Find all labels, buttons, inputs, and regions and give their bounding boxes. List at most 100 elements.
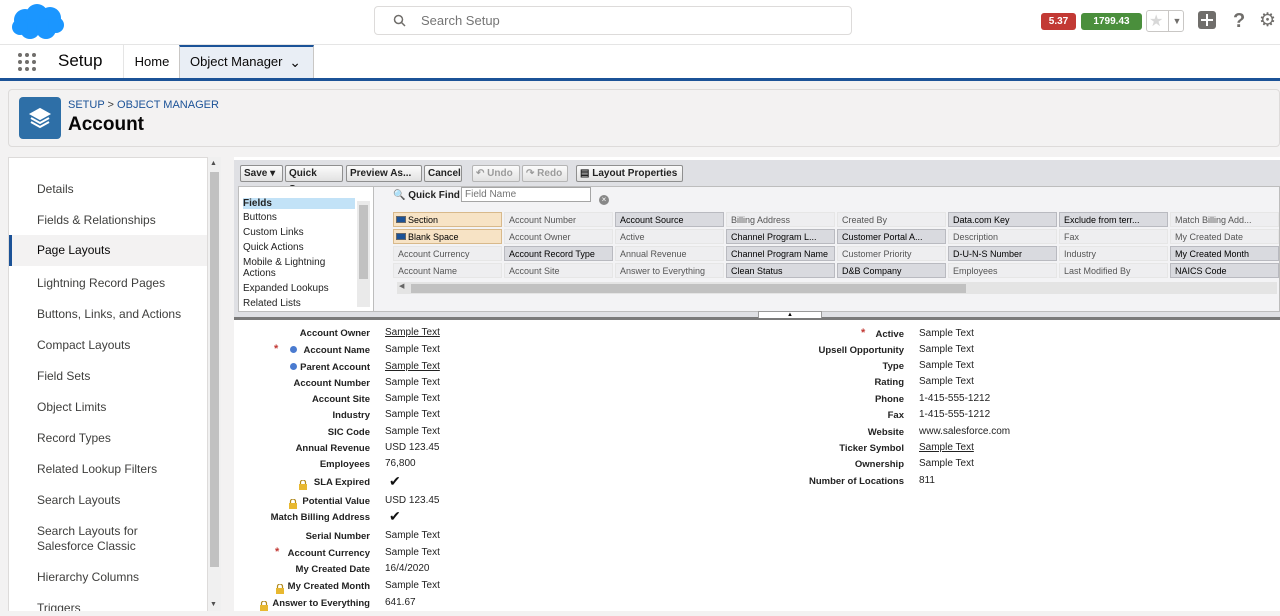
sidebar-item-buttons-links-actions[interactable]: Buttons, Links, and Actions — [9, 307, 207, 322]
preview-as-button[interactable]: Preview As... ▾ — [346, 165, 422, 195]
save-button[interactable]: Save ▾ — [240, 165, 283, 182]
palette-field[interactable]: Match Billing Add... — [1170, 212, 1279, 227]
field-value: Sample Text — [385, 580, 440, 591]
palette-special-item[interactable]: Section — [393, 212, 502, 227]
sidebar-item-related-lookup-filters[interactable]: Related Lookup Filters — [9, 462, 207, 477]
sidebar-item-compact-layouts[interactable]: Compact Layouts — [9, 338, 207, 353]
scroll-left-icon[interactable]: ◀ — [399, 282, 404, 290]
palette-field[interactable]: Account Name — [393, 263, 502, 278]
scrollbar-thumb[interactable] — [411, 284, 966, 293]
undo-button[interactable]: ↶ Undo — [472, 165, 520, 182]
palette-field[interactable]: Account Owner — [504, 229, 613, 244]
palette-field[interactable]: Industry — [1059, 246, 1168, 261]
salesforce-cloud-logo[interactable] — [10, 3, 64, 41]
breadcrumb-setup[interactable]: SETUP — [68, 99, 104, 111]
palette-field[interactable]: Fax — [1059, 229, 1168, 244]
sidebar-item-page-layouts[interactable]: Page Layouts — [9, 235, 207, 266]
quick-find-input[interactable] — [461, 187, 591, 202]
palette-field[interactable]: Clean Status — [726, 263, 835, 278]
sidebar-item-object-limits[interactable]: Object Limits — [9, 400, 207, 415]
palette-field[interactable]: Account Currency — [393, 246, 502, 261]
sidebar-item-triggers[interactable]: Triggers — [9, 601, 207, 611]
sidebar-item-details[interactable]: Details — [9, 182, 207, 197]
redo-button[interactable]: ↷ Redo — [522, 165, 568, 182]
field-value: Sample Text — [919, 376, 974, 387]
sidebar-item-lightning-record-pages[interactable]: Lightning Record Pages — [9, 276, 207, 291]
palette-field[interactable]: D-U-N-S Number — [948, 246, 1057, 261]
checkbox-checked-icon: ✔ — [389, 508, 401, 524]
palette-special-item[interactable]: Blank Space — [393, 229, 502, 244]
app-nav-bar: Setup Home Object Manager ⌄ — [0, 44, 1280, 81]
category-quick-actions[interactable]: Quick Actions — [243, 242, 355, 253]
palette-field[interactable]: Active — [615, 229, 724, 244]
scrollbar-thumb[interactable] — [359, 205, 368, 279]
category-expanded-lookups[interactable]: Expanded Lookups — [243, 283, 355, 294]
category-custom-links[interactable]: Custom Links — [243, 227, 355, 238]
favorites-control[interactable]: ★ ▼ — [1146, 10, 1184, 32]
palette-field[interactable]: Data.com Key — [948, 212, 1057, 227]
palette-field[interactable]: Customer Portal A... — [837, 229, 946, 244]
chevron-down-icon[interactable]: ▼ — [1168, 10, 1185, 32]
breadcrumb-object-manager[interactable]: OBJECT MANAGER — [117, 99, 219, 111]
palette-field[interactable]: Customer Priority — [837, 246, 946, 261]
palette-field[interactable]: Annual Revenue — [615, 246, 724, 261]
palette-horizontal-scrollbar[interactable]: ◀ — [397, 282, 1277, 294]
category-fields[interactable]: Fields — [243, 198, 355, 209]
palette-collapse-handle[interactable]: ▲ — [758, 311, 822, 318]
palette-field[interactable]: Channel Program Name — [726, 246, 835, 261]
palette-field[interactable]: Account Site — [504, 263, 613, 278]
palette-special-label: Blank Space — [408, 232, 459, 242]
tab-object-manager[interactable]: Object Manager ⌄ — [179, 45, 314, 78]
palette-field[interactable]: Last Modified By — [1059, 263, 1168, 278]
gear-icon[interactable]: ⚙ — [1259, 10, 1276, 32]
undo-icon: ↶ — [476, 168, 485, 179]
plus-icon[interactable] — [1197, 10, 1217, 30]
sidebar-item-fields-relationships[interactable]: Fields & Relationships — [9, 213, 207, 228]
search-input[interactable] — [419, 12, 823, 29]
cancel-button[interactable]: Cancel — [424, 165, 462, 182]
category-buttons[interactable]: Buttons — [243, 212, 355, 223]
required-icon: * — [861, 327, 866, 339]
field-label: Account Currency — [287, 548, 370, 559]
palette-field[interactable]: Account Number — [504, 212, 613, 227]
layout-properties-button[interactable]: ▤ Layout Properties — [576, 165, 683, 182]
quick-save-button[interactable]: Quick Save — [285, 165, 343, 195]
setup-search-box[interactable] — [374, 6, 852, 35]
sidebar-item-hierarchy-columns[interactable]: Hierarchy Columns — [9, 570, 207, 585]
sidebar-item-record-types[interactable]: Record Types — [9, 431, 207, 446]
field-value: Sample Text — [385, 377, 440, 388]
category-mobile-lightning-actions[interactable]: Mobile & Lightning Actions — [243, 257, 343, 279]
palette-field[interactable]: Exclude from terr... — [1059, 212, 1168, 227]
palette-field[interactable]: Description — [948, 229, 1057, 244]
lock-icon — [260, 598, 268, 611]
app-launcher-icon[interactable] — [18, 53, 38, 73]
palette-field[interactable]: Answer to Everything — [615, 263, 724, 278]
palette-field[interactable]: Created By — [837, 212, 946, 227]
chevron-down-icon[interactable]: ⌄ — [289, 47, 301, 77]
palette-field[interactable]: My Created Month — [1170, 246, 1279, 261]
palette-field[interactable]: D&B Company — [837, 263, 946, 278]
palette-field[interactable]: Employees — [948, 263, 1057, 278]
help-icon[interactable]: ? — [1233, 10, 1245, 32]
category-related-lists[interactable]: Related Lists — [243, 298, 355, 309]
tab-home[interactable]: Home — [123, 45, 180, 78]
category-scrollbar[interactable] — [357, 201, 370, 307]
scroll-up-icon[interactable]: ▲ — [210, 160, 217, 167]
palette-field[interactable]: My Created Date — [1170, 229, 1279, 244]
sidebar-scrollbar[interactable]: ▲ ▼ — [208, 157, 221, 611]
palette-field[interactable]: NAICS Code — [1170, 263, 1279, 278]
scrollbar-thumb[interactable] — [210, 172, 219, 567]
field-value: Sample Text — [919, 328, 974, 339]
clear-icon[interactable]: × — [599, 195, 609, 205]
checkbox-checked-icon: ✔ — [389, 473, 401, 489]
palette-field[interactable]: Billing Address — [726, 212, 835, 227]
sidebar-item-search-layouts[interactable]: Search Layouts — [9, 493, 207, 508]
sidebar-item-search-layouts-classic[interactable]: Search Layouts for Salesforce Classic — [9, 524, 169, 554]
palette-field[interactable]: Account Record Type — [504, 246, 613, 261]
lock-icon — [289, 496, 297, 509]
scroll-down-icon[interactable]: ▼ — [210, 601, 217, 608]
star-icon[interactable]: ★ — [1149, 11, 1163, 31]
palette-field[interactable]: Channel Program L... — [726, 229, 835, 244]
palette-field[interactable]: Account Source — [615, 212, 724, 227]
sidebar-item-field-sets[interactable]: Field Sets — [9, 369, 207, 384]
